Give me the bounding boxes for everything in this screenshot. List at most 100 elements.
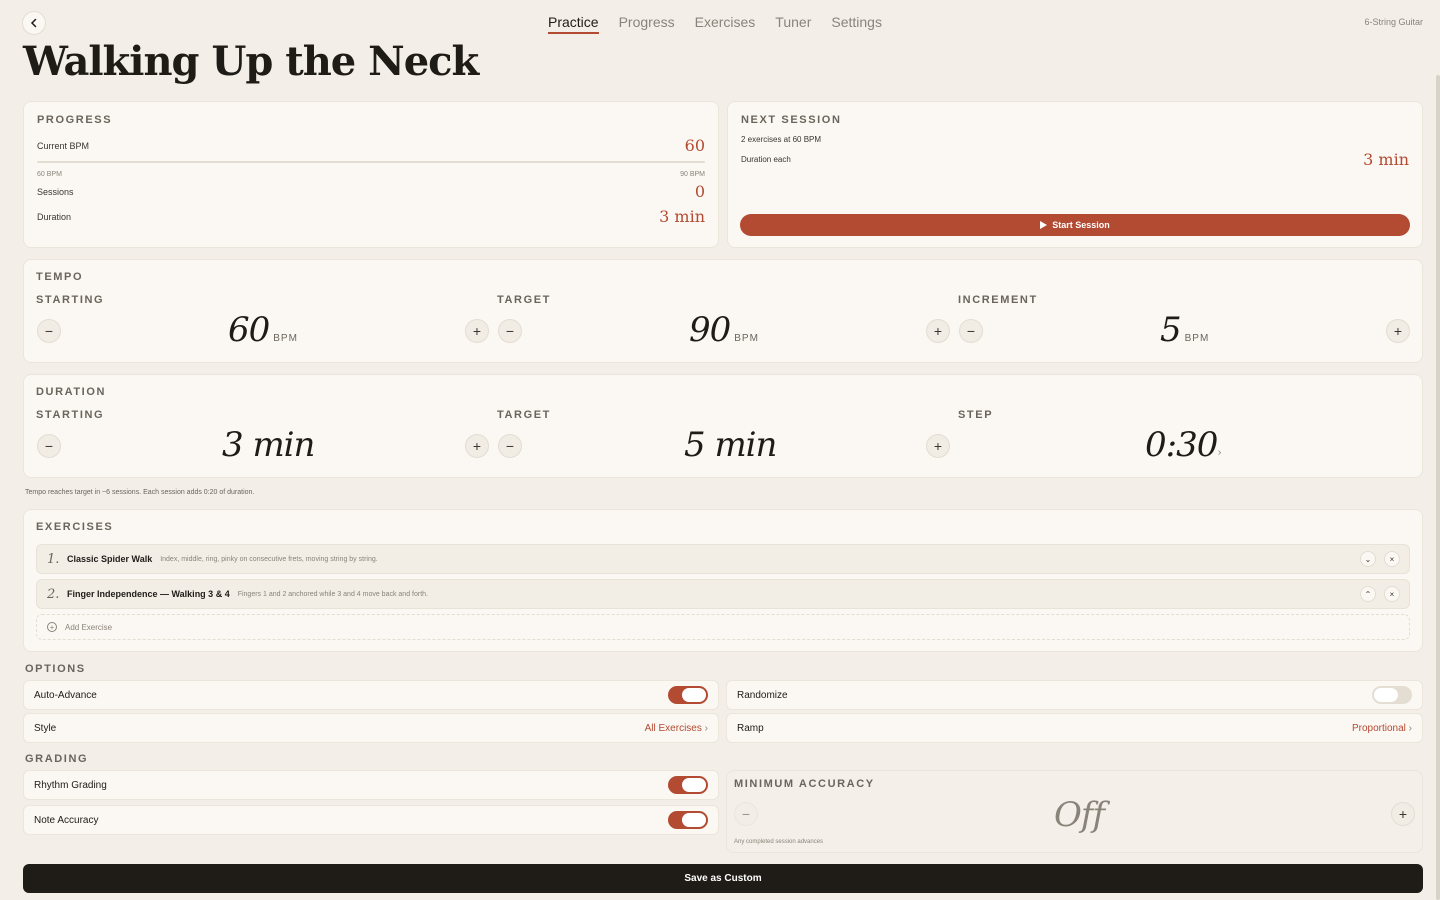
tempo-card: TEMPO STARTING − 60 BPM + TARGET − 90 BPM … bbox=[23, 259, 1423, 363]
duration-starting-value: 3 min bbox=[222, 425, 315, 465]
chevron-left-icon bbox=[30, 18, 37, 28]
chevron-up-icon[interactable]: ⌃ bbox=[1360, 586, 1376, 602]
scrollbar[interactable] bbox=[1436, 75, 1440, 900]
duration-each-value: 3 min bbox=[1363, 150, 1409, 169]
instrument-label[interactable]: 6-String Guitar bbox=[1364, 17, 1423, 27]
chevron-right-icon: › bbox=[1408, 722, 1412, 734]
exercise-row-2[interactable]: 2. Finger Independence — Walking 3 & 4 F… bbox=[36, 579, 1410, 609]
next-session-summary: 2 exercises at 60 BPM bbox=[741, 135, 822, 144]
randomize-toggle[interactable] bbox=[1372, 686, 1412, 704]
tab-settings[interactable]: Settings bbox=[831, 14, 882, 34]
tempo-target-decrement[interactable]: − bbox=[498, 319, 522, 343]
minimum-accuracy-decrement[interactable]: − bbox=[734, 802, 758, 826]
tempo-starting-label: STARTING bbox=[36, 294, 105, 306]
note-accuracy-toggle[interactable] bbox=[668, 811, 708, 829]
tab-practice[interactable]: Practice bbox=[548, 14, 599, 34]
tempo-increment-unit: BPM bbox=[1184, 333, 1210, 344]
chevron-right-icon: › bbox=[1217, 446, 1222, 459]
style-row[interactable]: Style All Exercises › bbox=[23, 713, 719, 743]
tempo-increment-decrement[interactable]: − bbox=[959, 319, 983, 343]
top-nav: Practice Progress Exercises Tuner Settin… bbox=[548, 14, 882, 34]
minimum-accuracy-label: MINIMUM ACCURACY bbox=[734, 778, 875, 790]
next-session-card: NEXT SESSION 2 exercises at 60 BPM Durat… bbox=[727, 101, 1423, 248]
chevron-right-icon: › bbox=[704, 722, 708, 734]
exercise-description: Index, middle, ring, pinky on consecutiv… bbox=[160, 555, 378, 563]
tempo-increment-number: 5 bbox=[1160, 310, 1182, 350]
duration-value: 3 min bbox=[659, 207, 705, 226]
add-exercise-label: Add Exercise bbox=[65, 622, 113, 632]
exercise-number: 2. bbox=[47, 586, 60, 602]
close-icon[interactable]: × bbox=[1384, 551, 1400, 567]
rhythm-grading-row: Rhythm Grading bbox=[23, 770, 719, 800]
start-session-button[interactable]: Start Session bbox=[740, 214, 1410, 236]
rhythm-grading-toggle[interactable] bbox=[668, 776, 708, 794]
chevron-down-icon[interactable]: ⌄ bbox=[1360, 551, 1376, 567]
duration-starting-label: STARTING bbox=[36, 409, 105, 421]
current-bpm-value: 60 bbox=[684, 136, 705, 155]
note-accuracy-label: Note Accuracy bbox=[34, 814, 99, 826]
duration-label: Duration bbox=[37, 211, 72, 222]
ramp-row[interactable]: Ramp Proportional › bbox=[726, 713, 1423, 743]
ramp-value[interactable]: Proportional › bbox=[1352, 723, 1412, 734]
bpm-progress-track bbox=[37, 161, 705, 163]
style-label: Style bbox=[34, 722, 57, 734]
duration-step-number: 0:30 bbox=[1145, 425, 1218, 465]
grading-label: GRADING bbox=[25, 753, 89, 765]
tempo-starting-unit: BPM bbox=[273, 333, 298, 344]
tab-exercises[interactable]: Exercises bbox=[695, 14, 756, 34]
exercise-row-1[interactable]: 1. Classic Spider Walk Index, middle, ri… bbox=[36, 544, 1410, 574]
minimum-accuracy-hint: Any completed session advances bbox=[734, 839, 824, 845]
duration-starting-decrement[interactable]: − bbox=[37, 434, 61, 458]
minimum-accuracy-card: MINIMUM ACCURACY − Off + Any completed s… bbox=[726, 770, 1423, 853]
next-session-label: NEXT SESSION bbox=[741, 114, 842, 126]
auto-advance-row: Auto-Advance bbox=[23, 680, 719, 710]
close-icon[interactable]: × bbox=[1384, 586, 1400, 602]
play-icon bbox=[1040, 221, 1048, 229]
progress-card: PROGRESS Current BPM 60 60 BPM 90 BPM Se… bbox=[23, 101, 719, 248]
tempo-target-number: 90 bbox=[689, 310, 731, 350]
sessions-value: 0 bbox=[694, 182, 705, 201]
exercise-description: Fingers 1 and 2 anchored while 3 and 4 m… bbox=[237, 590, 428, 598]
back-button[interactable] bbox=[22, 11, 46, 35]
tab-tuner[interactable]: Tuner bbox=[775, 14, 811, 34]
start-session-label: Start Session bbox=[1052, 220, 1110, 230]
tempo-target-label: TARGET bbox=[497, 294, 552, 306]
range-max-label: 90 BPM bbox=[680, 171, 705, 178]
tempo-increment-value: 5 BPM bbox=[1160, 310, 1209, 350]
exercises-label: EXERCISES bbox=[36, 521, 114, 533]
range-min-label: 60 BPM bbox=[37, 171, 62, 178]
rhythm-grading-label: Rhythm Grading bbox=[34, 779, 107, 791]
minimum-accuracy-increment[interactable]: + bbox=[1391, 802, 1415, 826]
current-bpm-label: Current BPM bbox=[37, 140, 90, 151]
ramp-label: Ramp bbox=[737, 722, 764, 734]
duration-target-label: TARGET bbox=[497, 409, 552, 421]
auto-advance-toggle[interactable] bbox=[668, 686, 708, 704]
duration-section-label: DURATION bbox=[36, 386, 107, 398]
add-exercise-button[interactable]: + Add Exercise bbox=[36, 614, 1410, 640]
exercise-name: Classic Spider Walk bbox=[67, 554, 153, 564]
tempo-starting-decrement[interactable]: − bbox=[37, 319, 61, 343]
auto-advance-label: Auto-Advance bbox=[34, 689, 97, 701]
randomize-label: Randomize bbox=[737, 689, 788, 701]
duration-target-value: 5 min bbox=[684, 425, 777, 465]
tempo-target-increment[interactable]: + bbox=[926, 319, 950, 343]
duration-target-decrement[interactable]: − bbox=[498, 434, 522, 458]
exercise-number: 1. bbox=[47, 551, 60, 567]
tempo-starting-increment[interactable]: + bbox=[465, 319, 489, 343]
duration-starting-increment[interactable]: + bbox=[465, 434, 489, 458]
style-value[interactable]: All Exercises › bbox=[645, 723, 708, 734]
tab-progress[interactable]: Progress bbox=[619, 14, 675, 34]
exercise-name: Finger Independence — Walking 3 & 4 bbox=[67, 589, 230, 599]
tempo-target-value: 90 BPM bbox=[689, 310, 759, 350]
duration-target-increment[interactable]: + bbox=[926, 434, 950, 458]
tempo-increment-label: INCREMENT bbox=[958, 294, 1038, 306]
plus-circle-icon: + bbox=[47, 622, 57, 632]
sessions-label: Sessions bbox=[37, 186, 74, 197]
minimum-accuracy-value: Off bbox=[1054, 795, 1105, 835]
duration-each-label: Duration each bbox=[741, 155, 791, 164]
tempo-increment-increment[interactable]: + bbox=[1386, 319, 1410, 343]
page-title: Walking Up the Neck bbox=[23, 38, 479, 85]
duration-step-value[interactable]: 0:30› bbox=[1145, 425, 1222, 465]
save-as-custom-button[interactable]: Save as Custom bbox=[23, 864, 1423, 893]
ramp-value-text: Proportional bbox=[1351, 722, 1406, 734]
